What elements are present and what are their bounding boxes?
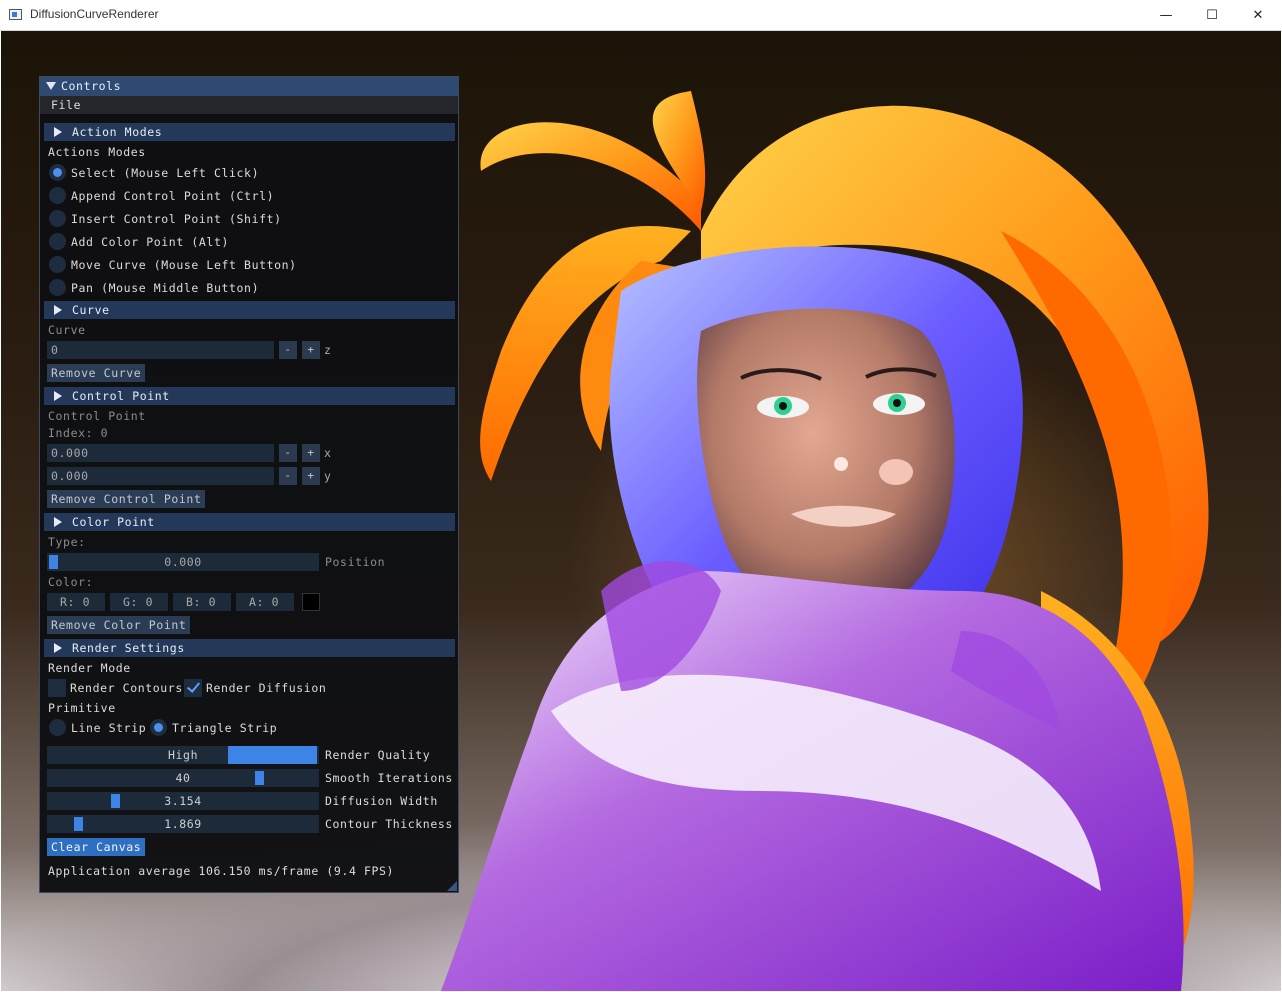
- color-a-input[interactable]: A: 0: [236, 593, 294, 611]
- render-contours-label: Render Contours: [70, 681, 183, 695]
- expand-arrow-icon: [54, 517, 62, 527]
- contour-thickness-value: 1.869: [164, 817, 202, 831]
- control-point-index: Index: 0: [48, 426, 109, 440]
- render-diffusion-checkbox[interactable]: [184, 679, 202, 697]
- curve-header[interactable]: Curve: [44, 301, 455, 319]
- render-settings-header[interactable]: Render Settings: [44, 639, 455, 657]
- radio-label: Triangle Strip: [172, 721, 278, 735]
- smooth-iterations-label: Smooth Iterations: [325, 771, 453, 785]
- color-b-input[interactable]: B: 0: [173, 593, 231, 611]
- color-label: Color:: [48, 575, 94, 589]
- diffusion-width-value: 3.154: [164, 794, 202, 808]
- remove-color-point-button[interactable]: Remove Color Point: [47, 616, 191, 634]
- render-mode-label: Render Mode: [48, 661, 131, 675]
- color-point-type-label: Type:: [48, 535, 86, 549]
- radio-label: Append Control Point (Ctrl): [71, 189, 275, 203]
- radio-label: Line Strip: [71, 721, 147, 735]
- expand-arrow-icon: [54, 391, 62, 401]
- color-r-input[interactable]: R: 0: [47, 593, 105, 611]
- primitive-label: Primitive: [48, 701, 116, 715]
- minimize-button[interactable]: —: [1143, 0, 1189, 30]
- app-icon: [9, 9, 22, 20]
- control-point-x-value: 0.000: [51, 446, 89, 460]
- radio-button[interactable]: [49, 256, 66, 273]
- controls-panel[interactable]: Controls File Action Modes Actions Modes…: [39, 76, 459, 893]
- collapse-arrow-icon[interactable]: [46, 82, 56, 90]
- combo-arrow-area[interactable]: [228, 746, 317, 764]
- render-contours-checkbox[interactable]: [48, 679, 66, 697]
- color-swatch[interactable]: [302, 593, 320, 611]
- expand-arrow-icon: [54, 305, 62, 315]
- radio-label: Pan (Mouse Middle Button): [71, 281, 260, 295]
- control-point-header-label: Control Point: [72, 389, 170, 403]
- radio-label: Insert Control Point (Shift): [71, 212, 282, 226]
- control-point-y-value: 0.000: [51, 469, 89, 483]
- render-quality-combo[interactable]: High: [47, 746, 319, 764]
- color-point-header[interactable]: Color Point: [44, 513, 455, 531]
- radio-button[interactable]: [49, 233, 66, 250]
- curve-header-label: Curve: [72, 303, 110, 317]
- contour-thickness-slider[interactable]: 1.869: [47, 815, 319, 833]
- control-point-header[interactable]: Control Point: [44, 387, 455, 405]
- radio-button-selected[interactable]: [49, 164, 66, 181]
- curve-axis-label: z: [324, 343, 332, 357]
- fps-readout: Application average 106.150 ms/frame (9.…: [48, 864, 395, 878]
- action-modes-header[interactable]: Action Modes: [44, 123, 455, 141]
- expand-arrow-icon: [54, 643, 62, 653]
- curve-index-input[interactable]: 0: [47, 341, 274, 359]
- controls-titlebar[interactable]: Controls: [40, 77, 458, 96]
- menu-bar: File: [40, 96, 458, 114]
- curve-decrement-button[interactable]: -: [279, 341, 297, 359]
- color-g-input[interactable]: G: 0: [110, 593, 168, 611]
- radio-label: Move Curve (Mouse Left Button): [71, 258, 297, 272]
- position-value: 0.000: [164, 555, 202, 569]
- contour-thickness-label: Contour Thickness: [325, 817, 453, 831]
- radio-button[interactable]: [49, 210, 66, 227]
- radio-button[interactable]: [49, 279, 66, 296]
- diffusion-width-slider[interactable]: 3.154: [47, 792, 319, 810]
- radio-button[interactable]: [49, 187, 66, 204]
- maximize-button[interactable]: ☐: [1189, 0, 1235, 30]
- x-axis-label: x: [324, 446, 332, 460]
- control-point-label: Control Point: [48, 409, 146, 423]
- action-modes-header-label: Action Modes: [72, 125, 163, 139]
- x-increment-button[interactable]: +: [302, 444, 320, 462]
- window-title: DiffusionCurveRenderer: [30, 7, 159, 21]
- menu-file[interactable]: File: [51, 98, 81, 112]
- y-increment-button[interactable]: +: [302, 467, 320, 485]
- radio-button[interactable]: [49, 719, 66, 736]
- clear-canvas-button[interactable]: Clear Canvas: [47, 838, 146, 856]
- y-decrement-button[interactable]: -: [279, 467, 297, 485]
- radio-label: Select (Mouse Left Click): [71, 166, 260, 180]
- radio-label: Add Color Point (Alt): [71, 235, 229, 249]
- radio-button-selected[interactable]: [150, 719, 167, 736]
- curve-label: Curve: [48, 323, 86, 337]
- render-quality-label: Render Quality: [325, 748, 431, 762]
- smooth-iterations-value: 40: [175, 771, 191, 785]
- position-slider[interactable]: 0.000: [47, 553, 319, 571]
- remove-control-point-button[interactable]: Remove Control Point: [47, 490, 206, 508]
- color-point-header-label: Color Point: [72, 515, 155, 529]
- remove-curve-button[interactable]: Remove Curve: [47, 364, 146, 382]
- expand-arrow-icon: [54, 127, 62, 137]
- render-diffusion-label: Render Diffusion: [206, 681, 327, 695]
- position-label: Position: [325, 555, 386, 569]
- controls-title: Controls: [61, 79, 122, 93]
- action-modes-label: Actions Modes: [48, 145, 146, 159]
- control-point-x-input[interactable]: 0.000: [47, 444, 274, 462]
- y-axis-label: y: [324, 469, 332, 483]
- curve-index-value: 0: [51, 343, 59, 357]
- control-point-y-input[interactable]: 0.000: [47, 467, 274, 485]
- x-decrement-button[interactable]: -: [279, 444, 297, 462]
- resize-grip[interactable]: [447, 881, 457, 891]
- render-canvas[interactable]: Controls File Action Modes Actions Modes…: [1, 31, 1281, 991]
- smooth-iterations-slider[interactable]: 40: [47, 769, 319, 787]
- curve-increment-button[interactable]: +: [302, 341, 320, 359]
- window-titlebar: DiffusionCurveRenderer — ☐ ✕: [0, 0, 1282, 31]
- close-button[interactable]: ✕: [1235, 0, 1281, 30]
- diffusion-width-label: Diffusion Width: [325, 794, 438, 808]
- render-settings-header-label: Render Settings: [72, 641, 185, 655]
